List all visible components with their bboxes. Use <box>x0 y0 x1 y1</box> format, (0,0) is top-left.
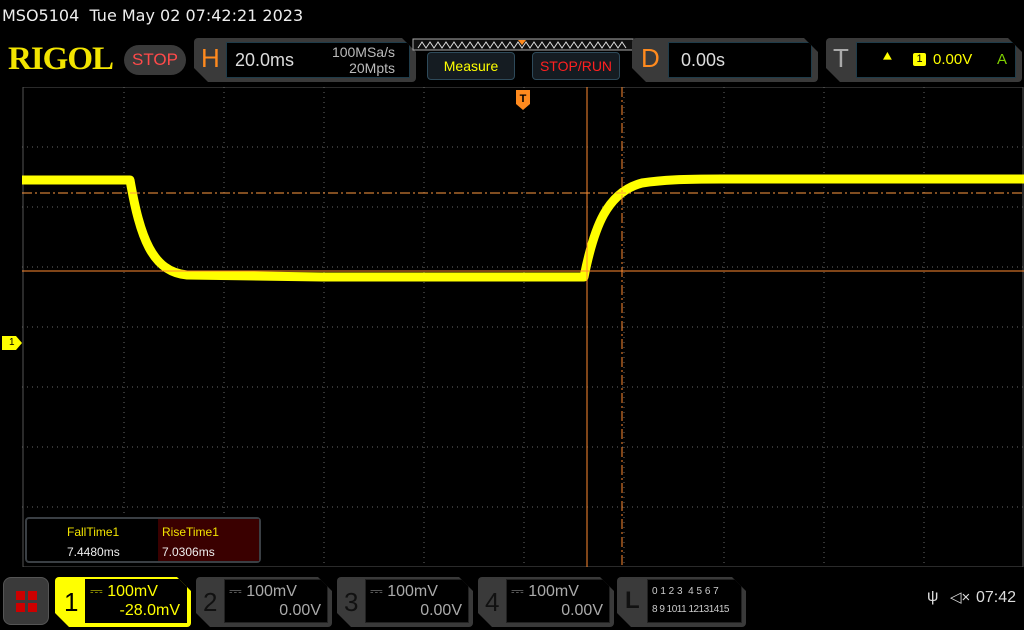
channel-scale: 100mV <box>107 583 158 600</box>
model-name: MSO5104 <box>2 6 80 25</box>
channel-number: 1 <box>64 587 79 617</box>
channel-scale: 100mV <box>528 583 579 600</box>
channel3-panel[interactable]: 3 ⎓ 100mV 0.00V <box>337 577 473 627</box>
menu-button[interactable] <box>3 577 49 625</box>
channel-number: 2 <box>203 587 218 617</box>
channel4-panel[interactable]: 4 ⎓ 100mV 0.00V <box>478 577 614 627</box>
grid-lines <box>22 87 1024 567</box>
channel-scale: 100mV <box>246 583 297 600</box>
dc-coupling-icon: ⎓ <box>90 583 103 600</box>
logic-letter: L <box>625 587 640 614</box>
measurement-label: FallTime1 <box>67 525 120 539</box>
timebase: 20.0ms <box>235 50 295 70</box>
horizontal-letter: H <box>201 43 220 73</box>
channel-offset: 0.00V <box>420 602 462 619</box>
horizontal-panel[interactable]: H 20.0ms 100MSa/s 20Mpts <box>194 38 416 82</box>
channel-offset: 0.00V <box>279 602 321 619</box>
waveform-overview[interactable] <box>412 38 634 52</box>
delay-letter: D <box>641 43 660 73</box>
trigger-level: 0.00V <box>933 51 973 68</box>
measurement-risetime[interactable]: RiseTime1 7.0306ms <box>158 519 259 561</box>
menu-grid-icon <box>16 591 25 600</box>
measurement-falltime[interactable]: FallTime1 7.4480ms <box>27 519 158 561</box>
rising-edge-icon: ⯅ <box>881 49 894 66</box>
trigger-mode: A <box>997 51 1008 68</box>
measurement-label: RiseTime1 <box>162 525 219 539</box>
run-state-badge[interactable]: STOP <box>124 45 186 75</box>
dc-coupling-icon: ⎓ <box>229 583 242 600</box>
channel-offset: -28.0mV <box>119 602 180 619</box>
sample-rate: 100MSa/s <box>331 44 395 60</box>
status-title: MSO5104 Tue May 02 07:42:21 2023 <box>2 6 303 25</box>
dc-coupling-icon: ⎓ <box>511 583 524 600</box>
channel-number: 4 <box>485 587 500 617</box>
channel-number: 3 <box>344 587 359 617</box>
delay-value: 0.00s <box>681 50 726 70</box>
rigol-logo: RIGOL <box>8 41 114 77</box>
measurement-value: 7.4480ms <box>67 545 120 559</box>
trigger-letter: T <box>833 43 849 73</box>
channel1-offset-marker[interactable]: 1 <box>2 336 22 350</box>
measurement-value: 7.0306ms <box>162 545 215 559</box>
delay-panel[interactable]: D 0.00s <box>632 38 818 82</box>
waveform-display[interactable] <box>22 87 1024 567</box>
channel-offset: 0.00V <box>561 602 603 619</box>
memory-depth: 20Mpts <box>349 60 395 76</box>
usb-icon: ψ <box>927 588 939 605</box>
channel2-panel[interactable]: 2 ⎓ 100mV 0.00V <box>196 577 332 627</box>
stop-run-button[interactable]: STOP/RUN <box>532 52 620 80</box>
channel-scale: 100mV <box>387 583 438 600</box>
channel1-trace <box>22 174 1024 282</box>
logic-panel[interactable]: L 0 1 2 3 4 5 6 7 8 9 1011 12131415 <box>617 577 746 627</box>
datetime: Tue May 02 07:42:21 2023 <box>89 6 304 25</box>
clock: 07:42 <box>976 589 1017 606</box>
channel1-panel[interactable]: 1 ⎓ 100mV -28.0mV <box>55 577 191 627</box>
dc-coupling-icon: ⎓ <box>370 583 383 600</box>
measurement-panel[interactable]: FallTime1 7.4480ms RiseTime1 7.0306ms <box>25 517 261 563</box>
measure-button[interactable]: Measure <box>427 52 515 80</box>
trigger-source: 1 <box>913 53 926 66</box>
trigger-panel[interactable]: T ⯅ 1 0.00V A <box>826 38 1022 82</box>
logic-channels-0-7: 0 1 2 3 4 5 6 7 <box>652 586 719 597</box>
mute-icon[interactable]: ◁× <box>950 588 970 606</box>
logic-channels-8-15: 8 9 1011 12131415 <box>652 604 729 615</box>
